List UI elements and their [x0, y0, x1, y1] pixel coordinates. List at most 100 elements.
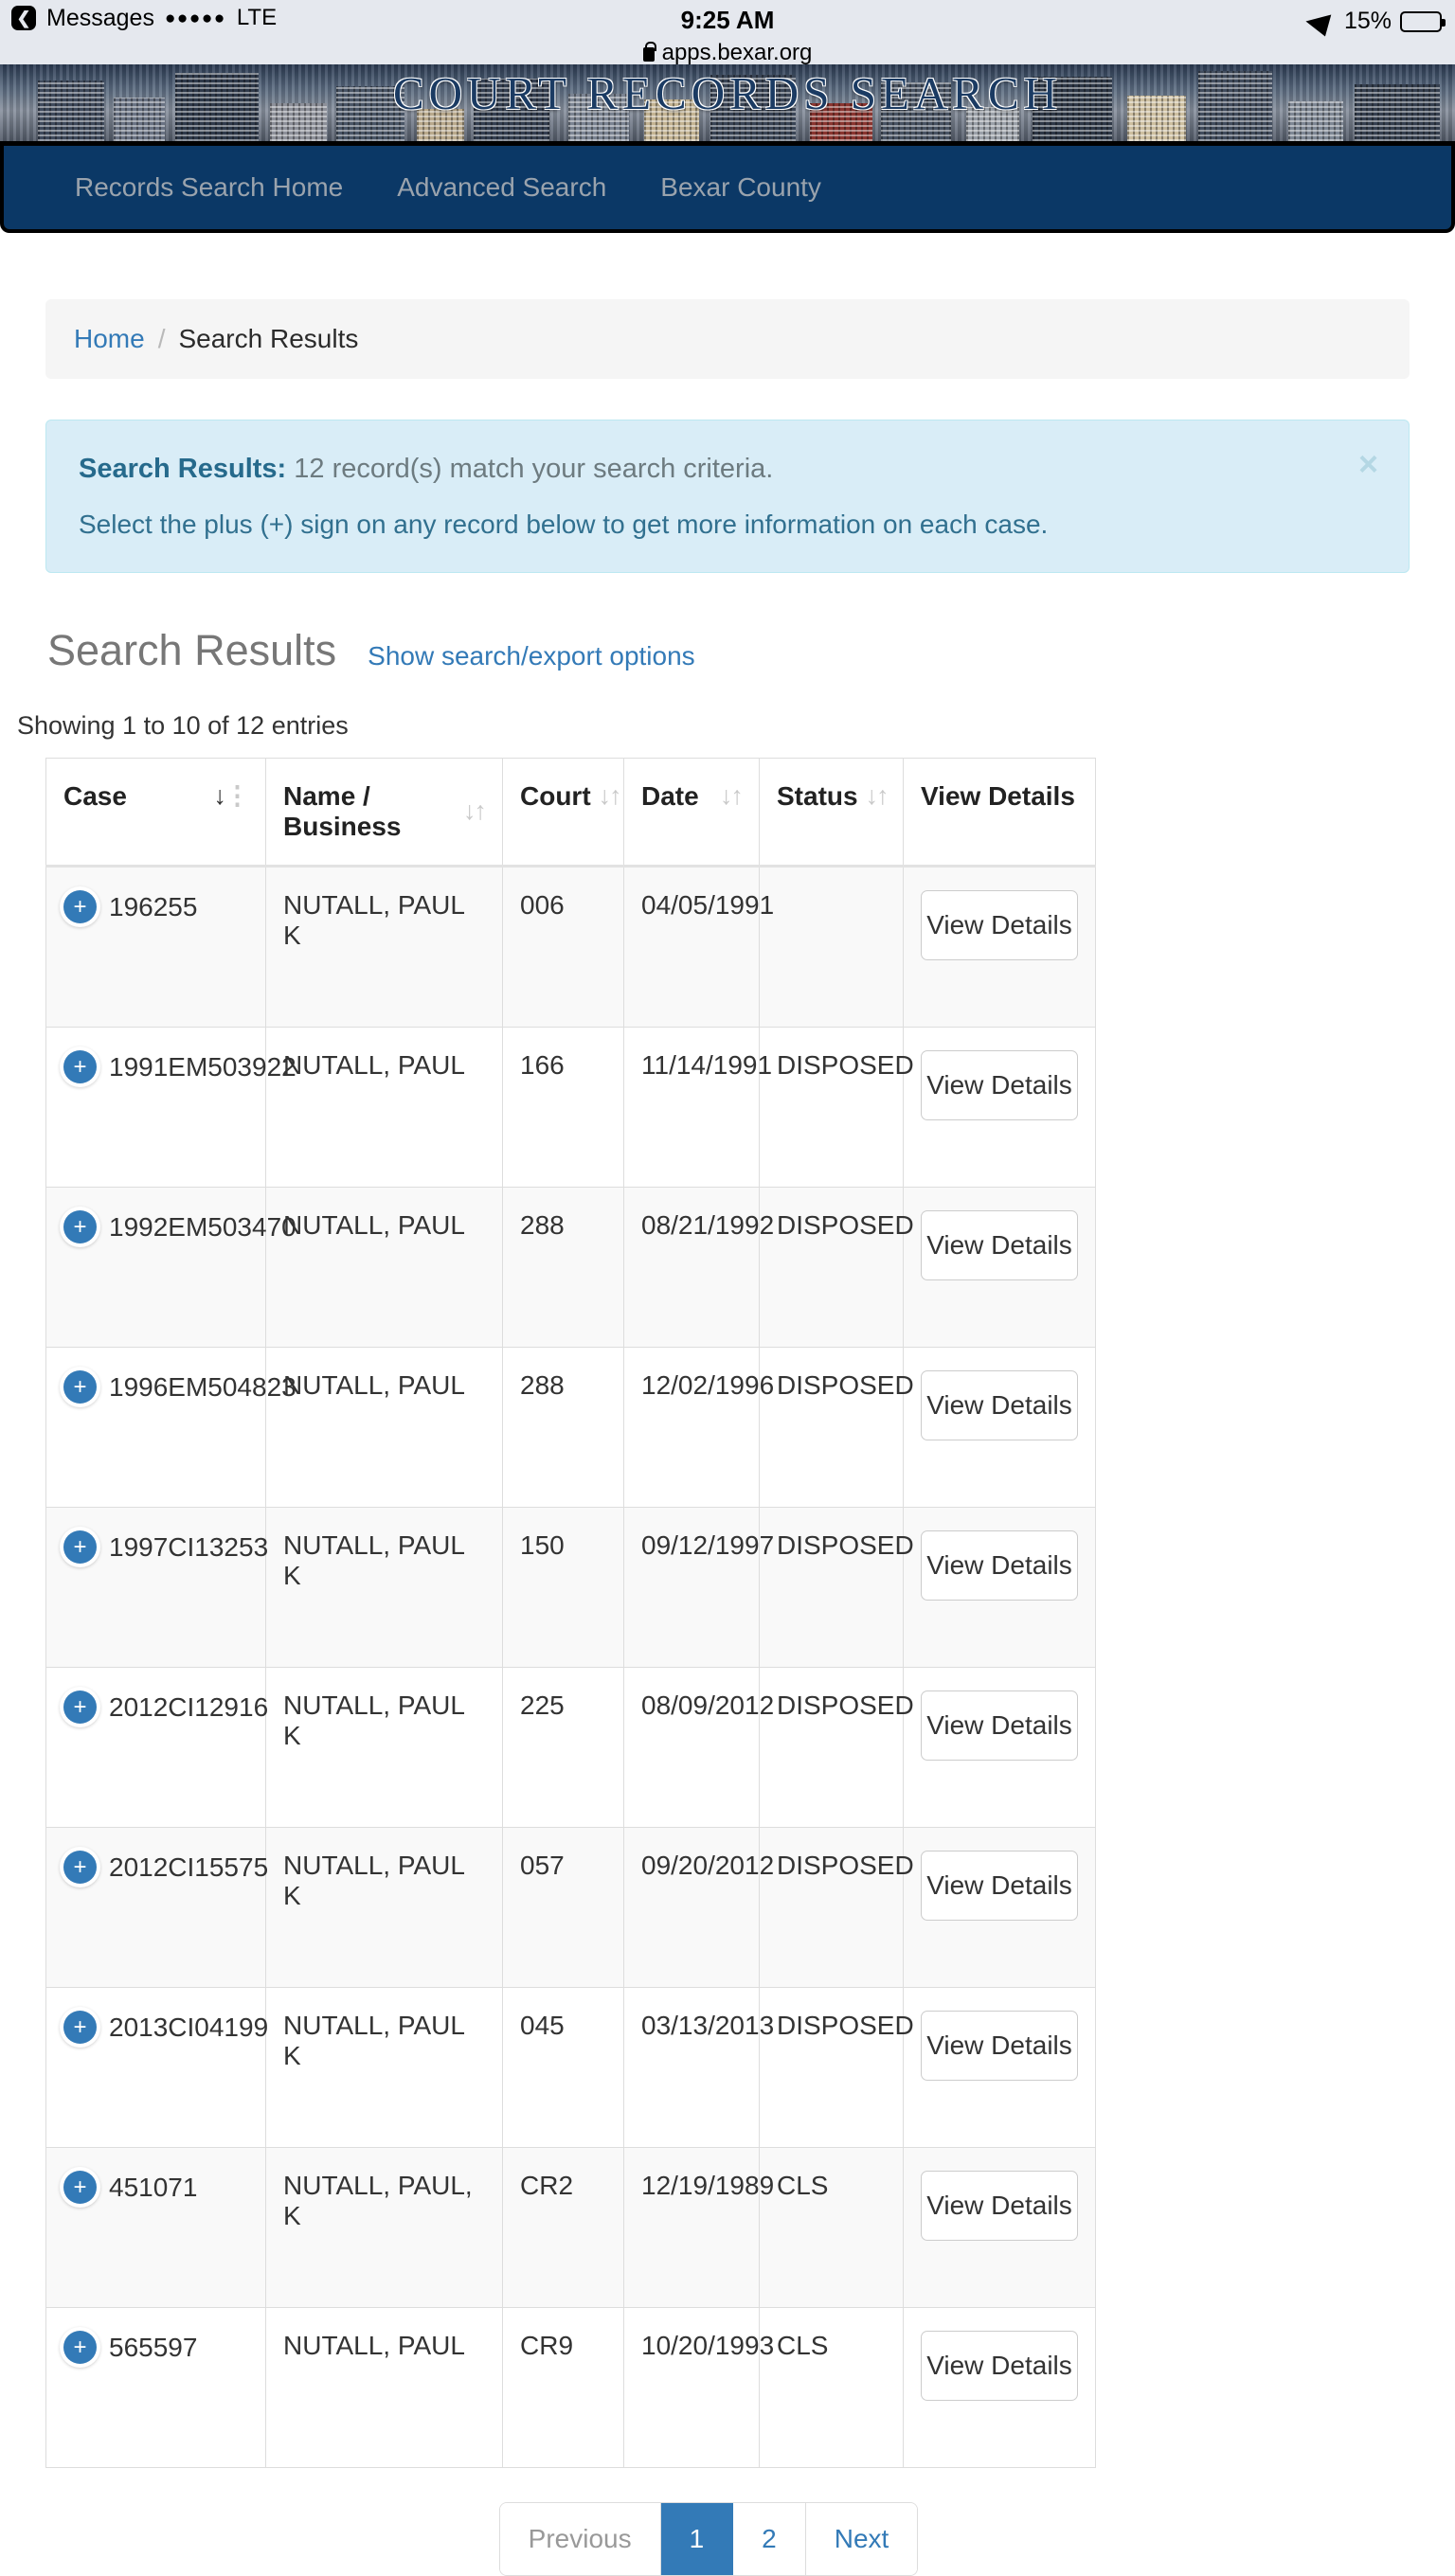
- search-results-alert: × Search Results: 12 record(s) match you…: [45, 420, 1410, 574]
- nav-link-advanced-search[interactable]: Advanced Search: [397, 172, 606, 203]
- cell-view-details: View Details: [903, 1827, 1096, 1989]
- cell-name: NUTALL, PAUL: [265, 1027, 503, 1189]
- cell-case: +1996EM504823: [45, 1347, 296, 1509]
- cell-view-details: View Details: [903, 1347, 1096, 1509]
- alert-record-count: 12 record(s) match your search criteria.: [294, 454, 774, 484]
- column-header-court[interactable]: Court ↓↑: [502, 758, 624, 868]
- cell-court: 045: [502, 1987, 624, 2149]
- view-details-button[interactable]: View Details: [921, 1370, 1078, 1441]
- cell-court: 166: [502, 1027, 624, 1189]
- battery-icon: [1400, 10, 1446, 32]
- breadcrumb-home-link[interactable]: Home: [74, 324, 145, 354]
- view-details-button[interactable]: View Details: [921, 1050, 1078, 1121]
- results-header: Search Results Show search/export option…: [45, 626, 1410, 675]
- cell-court: 288: [502, 1187, 624, 1349]
- sort-desc-icon: ↓ ⋮: [213, 781, 251, 811]
- close-icon[interactable]: ×: [1358, 447, 1378, 481]
- cell-case: +1991EM503922: [45, 1027, 296, 1189]
- view-details-button[interactable]: View Details: [921, 1851, 1078, 1922]
- column-label-status: Status: [777, 781, 858, 812]
- cell-view-details: View Details: [903, 1987, 1096, 2149]
- cell-name: NUTALL, PAUL K: [265, 1667, 503, 1829]
- view-details-button[interactable]: View Details: [921, 2331, 1078, 2402]
- expand-row-icon[interactable]: +: [63, 2331, 97, 2365]
- cell-view-details: View Details: [903, 1187, 1096, 1349]
- nav-link-records-search-home[interactable]: Records Search Home: [75, 172, 343, 203]
- cell-case: +2012CI15575: [45, 1827, 268, 1989]
- case-number: 196255: [109, 891, 198, 921]
- view-details-button[interactable]: View Details: [921, 1530, 1078, 1601]
- cell-court: 006: [502, 866, 624, 1029]
- cell-court: 288: [502, 1347, 624, 1509]
- cell-status: DISPOSED: [759, 1347, 914, 1509]
- expand-row-icon[interactable]: +: [63, 1210, 97, 1244]
- lock-icon: [642, 41, 656, 62]
- table-head: Case ↓ ⋮ Name / Business ↓↑ Court ↓↑ Dat…: [45, 758, 1096, 868]
- expand-row-icon[interactable]: +: [63, 1530, 97, 1565]
- url-text: apps.bexar.org: [661, 40, 813, 65]
- cell-view-details: View Details: [903, 866, 1096, 1029]
- expand-row-icon[interactable]: +: [63, 1690, 97, 1725]
- alert-title: Search Results:: [79, 454, 287, 484]
- expand-row-icon[interactable]: +: [63, 2011, 97, 2045]
- cell-date: 08/21/1992: [623, 1187, 774, 1349]
- pagination-page-1[interactable]: 1: [660, 2503, 734, 2576]
- pagination: Previous 1 2 Next: [498, 2502, 919, 2576]
- column-header-date[interactable]: Date ↓↑: [623, 758, 760, 868]
- address-bar[interactable]: apps.bexar.org: [0, 40, 1455, 66]
- case-number: 1997CI13253: [109, 1531, 269, 1562]
- cell-name: NUTALL, PAUL K: [265, 1987, 503, 2149]
- main-navbar: Records Search Home Advanced Search Bexa…: [0, 146, 1455, 233]
- status-bar-right: 15%: [1305, 7, 1446, 36]
- cell-status: DISPOSED: [759, 1987, 914, 2149]
- table-row: +2012CI12916 NUTALL, PAUL K 225 08/09/2012 D…: [45, 1667, 1096, 1829]
- case-number: 2013CI04199: [109, 2012, 269, 2042]
- cell-date: 08/09/2012: [623, 1667, 774, 1829]
- expand-row-icon[interactable]: +: [63, 890, 97, 924]
- nav-link-bexar-county[interactable]: Bexar County: [660, 172, 821, 203]
- expand-row-icon[interactable]: +: [63, 1050, 97, 1084]
- sort-icon: ↓↑: [598, 781, 622, 811]
- pagination-wrapper: Previous 1 2 Next: [8, 2502, 1410, 2576]
- alert-summary-line: Search Results: 12 record(s) match your …: [79, 449, 1376, 489]
- case-number: 1992EM503470: [109, 1211, 296, 1242]
- cell-status: DISPOSED: [759, 1507, 914, 1669]
- cell-court: 150: [502, 1507, 624, 1669]
- search-results-table: Case ↓ ⋮ Name / Business ↓↑ Court ↓↑ Dat…: [45, 758, 1096, 2469]
- expand-row-icon[interactable]: +: [63, 1370, 97, 1404]
- cell-court: 057: [502, 1827, 624, 1989]
- show-search-export-options-link[interactable]: Show search/export options: [368, 641, 695, 671]
- cell-case: +196255: [45, 866, 266, 1029]
- cell-status: CLS: [759, 2147, 904, 2309]
- cell-view-details: View Details: [903, 1667, 1096, 1829]
- column-header-status[interactable]: Status ↓↑: [759, 758, 904, 868]
- cell-name: NUTALL, PAUL, K: [265, 2147, 503, 2309]
- pagination-next[interactable]: Next: [805, 2503, 918, 2576]
- back-arrow-icon[interactable]: ❮: [11, 6, 36, 30]
- view-details-button[interactable]: View Details: [921, 1210, 1078, 1281]
- cell-name: NUTALL, PAUL K: [265, 1827, 503, 1989]
- alert-instruction: Select the plus (+) sign on any record b…: [79, 510, 1049, 540]
- view-details-button[interactable]: View Details: [921, 1690, 1078, 1762]
- table-row: +196255 NUTALL, PAUL K 006 04/05/1991 View D…: [45, 866, 1096, 1029]
- cell-date: 04/05/1991: [623, 866, 774, 1029]
- pagination-previous[interactable]: Previous: [499, 2503, 661, 2576]
- view-details-button[interactable]: View Details: [921, 2011, 1078, 2082]
- column-header-case[interactable]: Case ↓ ⋮: [45, 758, 266, 868]
- table-row: +1997CI13253 NUTALL, PAUL K 150 09/12/1997 D…: [45, 1507, 1096, 1669]
- cell-case: +1992EM503470: [45, 1187, 296, 1349]
- view-details-button[interactable]: View Details: [921, 890, 1078, 961]
- table-row: +2013CI04199 NUTALL, PAUL K 045 03/13/2013 D…: [45, 1987, 1096, 2149]
- column-header-name-business[interactable]: Name / Business ↓↑: [265, 758, 503, 868]
- pagination-page-2[interactable]: 2: [733, 2503, 806, 2576]
- expand-row-icon[interactable]: +: [63, 1851, 97, 1885]
- status-bar-left: ❮ Messages ●●●●● LTE: [0, 6, 277, 30]
- breadcrumb-separator: /: [157, 324, 166, 353]
- expand-row-icon[interactable]: +: [63, 2171, 97, 2205]
- view-details-button[interactable]: View Details: [921, 2171, 1078, 2242]
- breadcrumb: Home / Search Results: [45, 299, 1410, 379]
- column-label-case: Case: [63, 781, 127, 812]
- table-row: +1992EM503470 NUTALL, PAUL 288 08/21/1992 DI…: [45, 1187, 1096, 1349]
- cell-date: 10/20/1993: [623, 2307, 774, 2469]
- cell-view-details: View Details: [903, 2147, 1096, 2309]
